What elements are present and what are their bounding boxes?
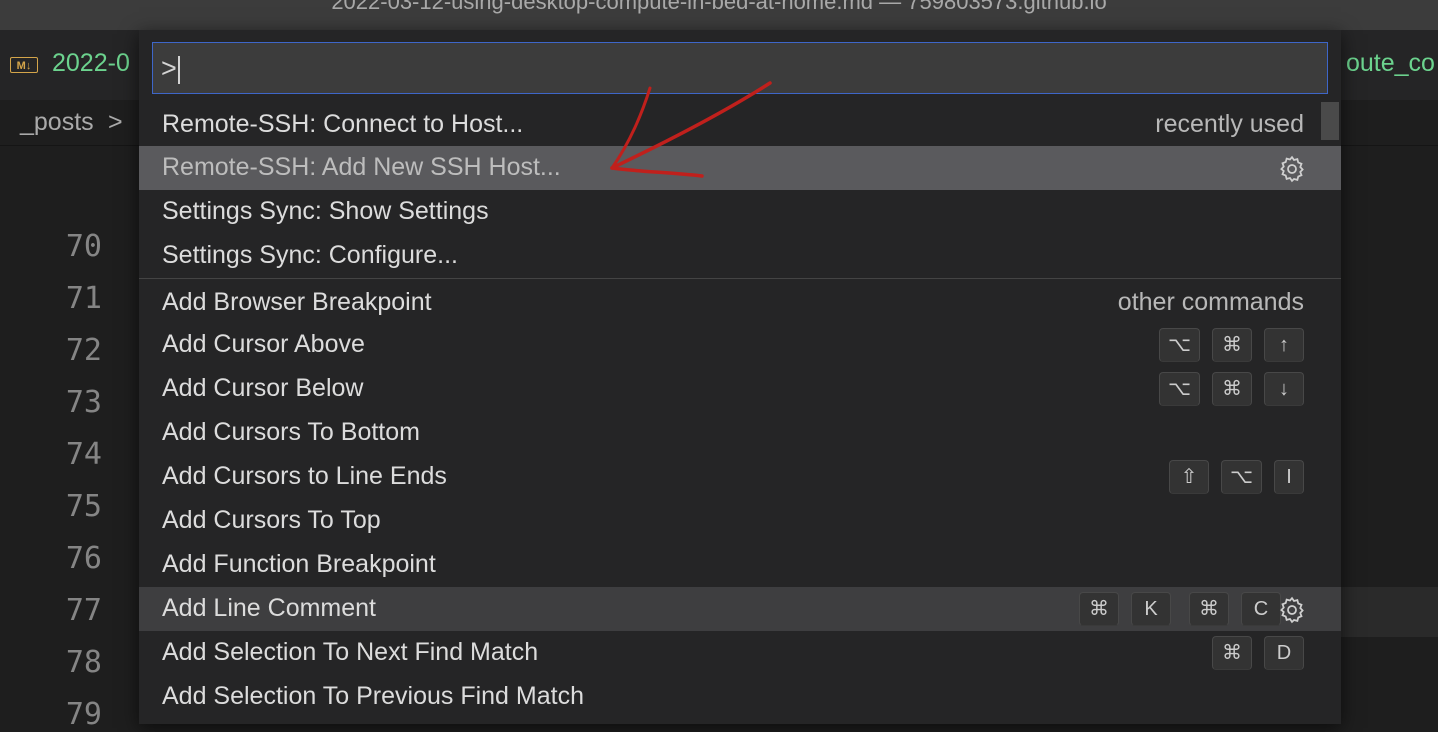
gear-icon[interactable]	[1277, 154, 1307, 184]
key: ⇧	[1168, 460, 1209, 494]
key: ⌥	[1158, 372, 1200, 406]
keybinding: ⇧ ⌥ I	[1157, 459, 1304, 495]
chevron-right-icon: >	[108, 108, 123, 136]
command-item[interactable]: Add Selection To Previous Find Match	[139, 675, 1341, 719]
command-label: Add Selection To Previous Find Match	[162, 682, 584, 710]
command-label: Remote-SSH: Add New SSH Host...	[162, 153, 561, 181]
line-number: 70	[65, 229, 102, 264]
command-label: Add Cursors To Bottom	[162, 418, 420, 446]
line-number: 78	[65, 645, 102, 680]
command-label: Add Cursors to Line Ends	[162, 462, 447, 490]
command-item[interactable]: Add Cursor Above ⌥ ⌘ ↑	[139, 323, 1341, 367]
command-item[interactable]: Settings Sync: Show Settings	[139, 190, 1341, 234]
keybinding: ⌥ ⌘ ↓	[1147, 371, 1304, 407]
line-number: 73	[65, 385, 102, 420]
command-item[interactable]: Add Cursors To Top	[139, 499, 1341, 543]
breadcrumb-item-posts[interactable]: _posts	[20, 108, 94, 137]
key: ↑	[1264, 328, 1304, 362]
command-label: Settings Sync: Configure...	[162, 241, 458, 269]
current-line-highlight	[1340, 587, 1438, 637]
line-number: 77	[65, 593, 102, 628]
key: C	[1241, 592, 1281, 626]
gear-icon[interactable]	[1277, 595, 1307, 625]
command-label: Add Function Breakpoint	[162, 550, 436, 578]
command-label: Add Line Comment	[162, 594, 377, 622]
group-divider	[139, 278, 1341, 279]
markdown-icon: M↓	[10, 57, 38, 73]
text-cursor	[177, 55, 180, 84]
key: ⌘	[1189, 592, 1229, 626]
key: ↓	[1264, 372, 1304, 406]
key: ⌘	[1212, 328, 1252, 362]
tab-editor-right[interactable]: oute_co	[1346, 49, 1435, 78]
command-item[interactable]: Add Cursors To Bottom	[139, 411, 1341, 455]
key: D	[1264, 636, 1304, 670]
command-item[interactable]: Add Cursors to Line Ends ⇧ ⌥ I	[139, 455, 1341, 499]
command-label: Add Selection To Next Find Match	[162, 638, 539, 666]
command-item[interactable]: Remote-SSH: Connect to Host... recently …	[139, 103, 1341, 147]
command-item-hovered[interactable]: Add Line Comment ⌘ K ⌘ C	[139, 587, 1341, 631]
tab-editor[interactable]: 2022-0	[52, 49, 130, 78]
group-label-recent: recently used	[1155, 110, 1304, 138]
line-number: 75	[65, 489, 102, 524]
line-number: 71	[65, 281, 102, 316]
line-number: 79	[65, 697, 102, 732]
command-label: Settings Sync: Show Settings	[162, 197, 489, 225]
command-item[interactable]: Settings Sync: Configure...	[139, 234, 1341, 278]
command-item[interactable]: Add Selection To Next Find Match ⌘ D	[139, 631, 1341, 675]
group-label-other: other commands	[1117, 288, 1304, 316]
command-item-selected[interactable]: Remote-SSH: Add New SSH Host...	[139, 146, 1341, 190]
keybinding: ⌥ ⌘ ↑	[1147, 327, 1304, 363]
key: ⌥	[1220, 460, 1262, 494]
command-label: Add Browser Breakpoint	[162, 288, 432, 316]
keybinding: ⌘ D	[1200, 635, 1304, 671]
input-text: >	[161, 53, 177, 83]
line-number: 72	[65, 333, 102, 368]
keybinding: ⌘ K ⌘ C	[1067, 591, 1281, 627]
key: ⌘	[1212, 636, 1252, 670]
key: I	[1274, 460, 1304, 494]
key: K	[1131, 592, 1171, 626]
command-item[interactable]: Add Function Breakpoint	[139, 543, 1341, 587]
command-label: Add Cursors To Top	[162, 506, 381, 534]
command-label: Add Cursor Above	[162, 330, 365, 358]
line-number: 76	[65, 541, 102, 576]
command-label: Remote-SSH: Connect to Host...	[162, 110, 524, 138]
command-label: Add Cursor Below	[162, 374, 364, 402]
title-bar: 2022-03-12-using-desktop-compute-in-bed-…	[0, 0, 1438, 30]
command-palette-input[interactable]: >	[152, 42, 1328, 94]
key: ⌥	[1158, 328, 1200, 362]
key: ⌘	[1079, 592, 1119, 626]
command-item[interactable]: Add Cursor Below ⌥ ⌘ ↓	[139, 367, 1341, 411]
key: ⌘	[1212, 372, 1252, 406]
command-item[interactable]: Add Browser Breakpoint other commands	[139, 281, 1341, 325]
command-palette: > Remote-SSH: Connect to Host... recentl…	[139, 30, 1341, 724]
line-number: 74	[65, 437, 102, 472]
window-title: 2022-03-12-using-desktop-compute-in-bed-…	[331, 0, 1107, 14]
